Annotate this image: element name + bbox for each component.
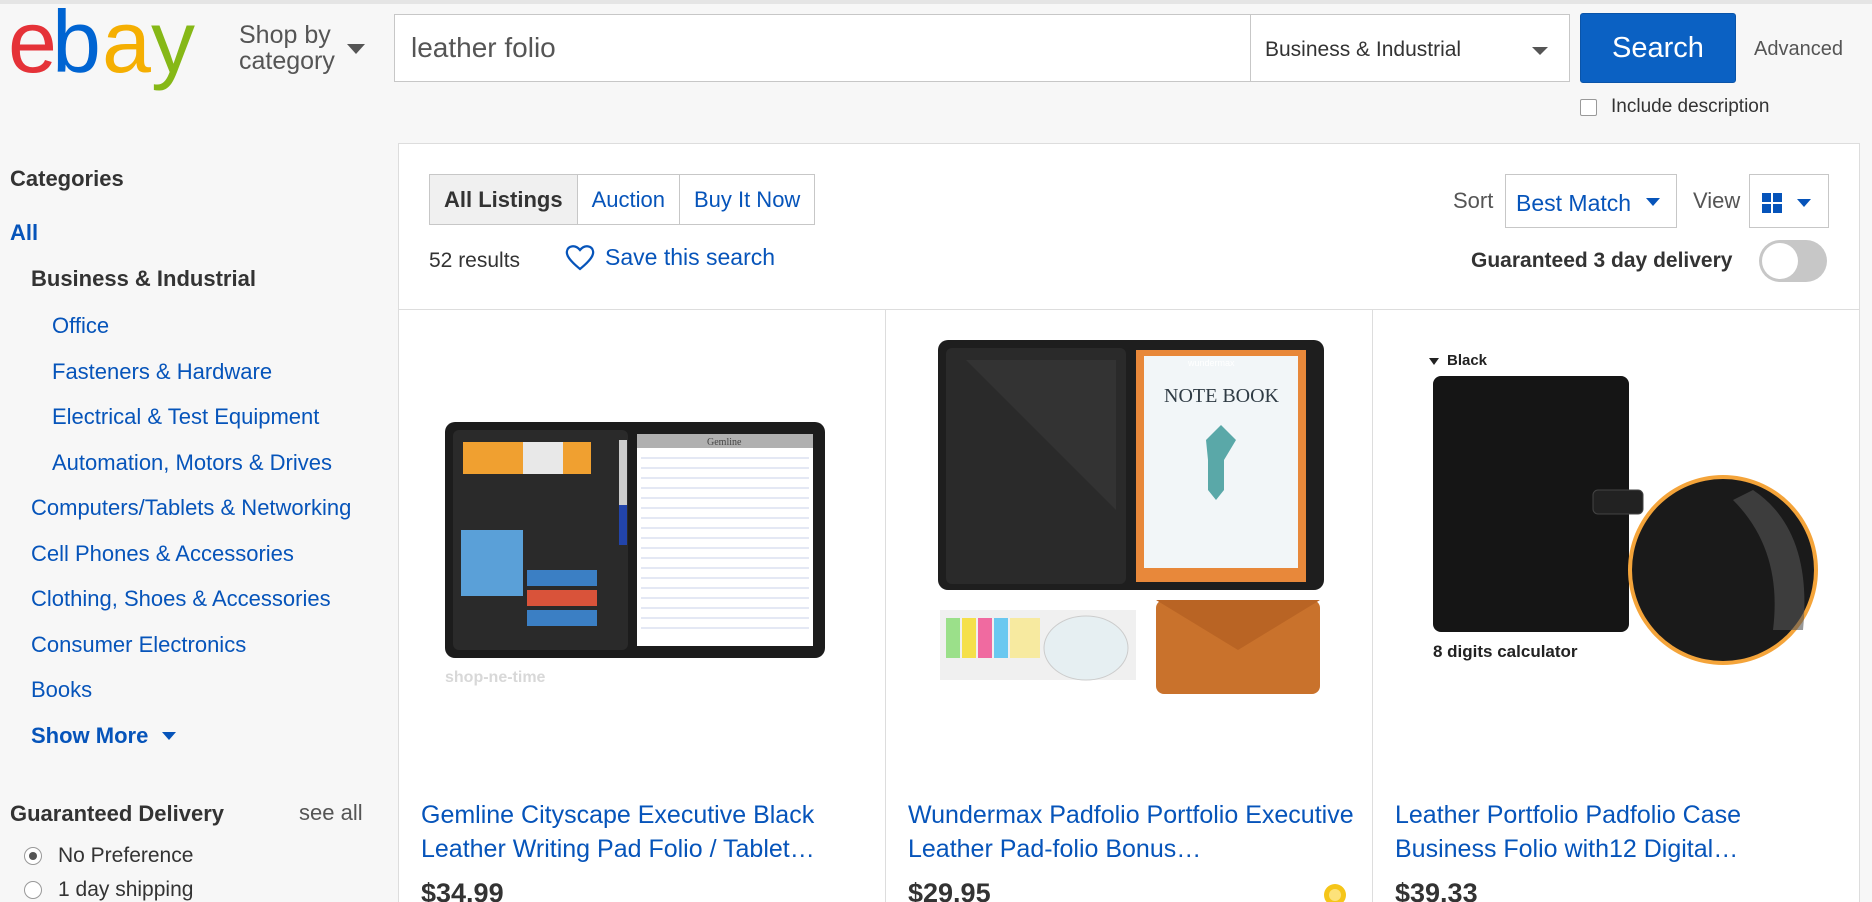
listing-card: Black 8 digits calculator Leather Portfo… [1373, 310, 1860, 902]
subcategory-fasteners[interactable]: Fasteners & Hardware [52, 359, 272, 385]
sort-dropdown[interactable]: Best Match [1505, 174, 1677, 228]
show-more-button[interactable]: Show More [31, 723, 177, 749]
tab-buy-it-now[interactable]: Buy It Now [680, 175, 814, 224]
show-more-label: Show More [31, 723, 149, 748]
category-cell-phones[interactable]: Cell Phones & Accessories [31, 541, 294, 567]
category-consumer-electronics[interactable]: Consumer Electronics [31, 632, 246, 658]
delivery-option-label: 1 day shipping [58, 878, 194, 901]
listing-title-link[interactable]: Gemline Cityscape Executive Black Leathe… [421, 798, 871, 866]
listing-image[interactable]: Black 8 digits calculator [1393, 330, 1840, 700]
ebay-logo[interactable]: e b a y [8, 2, 216, 94]
guaranteed-delivery-toggle[interactable] [1759, 240, 1827, 282]
chevron-down-icon [162, 732, 177, 740]
tab-all-listings[interactable]: All Listings [430, 175, 578, 224]
image-brand-text: wundermax [1187, 358, 1235, 368]
view-dropdown[interactable] [1749, 174, 1829, 228]
category-dropdown[interactable]: Business & Industrial [1250, 15, 1570, 81]
delivery-option-label: No Preference [58, 844, 194, 867]
subcategory-automation[interactable]: Automation, Motors & Drives [52, 450, 332, 476]
save-search-button[interactable]: Save this search [565, 244, 775, 271]
radio-icon[interactable] [24, 881, 42, 899]
shop-by-category-button[interactable]: Shop by category [239, 22, 369, 74]
include-description-option[interactable]: Include description [1580, 96, 1769, 118]
results-count: 52 results [429, 249, 521, 272]
top-border [0, 0, 1872, 4]
heart-icon [565, 245, 595, 271]
listing-price: $29.95 [908, 878, 991, 902]
image-color-label: Black [1447, 352, 1488, 369]
listing-image[interactable]: Gemline shop-ne-time [419, 330, 866, 700]
current-category: Business & Industrial [31, 266, 256, 291]
category-all-link[interactable]: All [10, 220, 38, 246]
chevron-down-icon [1646, 198, 1660, 206]
grid-icon [1762, 193, 1782, 213]
save-search-label: Save this search [605, 244, 776, 270]
guaranteed-delivery-heading: Guaranteed Delivery [10, 801, 224, 826]
top-rated-badge-icon [1324, 884, 1346, 902]
logo-letter-e: e [8, 2, 54, 91]
logo-letter-a: a [102, 2, 151, 91]
view-label: View [1693, 188, 1741, 213]
image-caption-text: 8 digits calculator [1433, 642, 1578, 661]
delivery-option-1-day[interactable]: 1 day shipping [24, 878, 193, 902]
listing-card: Gemline shop-ne-time Gemline Cityscape E… [399, 310, 886, 902]
search-input[interactable] [395, 15, 1250, 81]
results-panel: All Listings Auction Buy It Now 52 resul… [398, 143, 1860, 902]
subcategory-electrical[interactable]: Electrical & Test Equipment [52, 404, 319, 430]
category-books[interactable]: Books [31, 677, 92, 703]
chevron-down-icon [347, 44, 365, 54]
subcategory-office[interactable]: Office [52, 313, 109, 339]
listing-card: wundermax NOTE BOOK Wundermax Padfolio P… [886, 310, 1373, 902]
radio-selected-icon[interactable] [24, 847, 42, 865]
watermark-text: shop-ne-time [445, 669, 546, 686]
category-clothing[interactable]: Clothing, Shoes & Accessories [31, 586, 331, 612]
logo-letter-y: y [151, 2, 195, 91]
listing-price: $34.99 [421, 878, 504, 902]
tab-auction[interactable]: Auction [578, 175, 680, 224]
sort-value: Best Match [1516, 190, 1632, 216]
include-description-label: Include description [1611, 96, 1770, 117]
category-computers[interactable]: Computers/Tablets & Networking [31, 495, 351, 521]
guaranteed-delivery-label: Guaranteed 3 day delivery [1471, 249, 1733, 272]
categories-heading: Categories [10, 166, 124, 191]
listing-price: $39.33 [1395, 878, 1478, 902]
include-description-checkbox[interactable] [1580, 98, 1597, 116]
chevron-down-icon [1797, 199, 1811, 207]
chevron-down-icon [1532, 47, 1548, 55]
logo-letter-b: b [52, 2, 101, 91]
sort-label: Sort [1453, 188, 1494, 213]
search-bar: Business & Industrial [394, 14, 1570, 82]
category-selected: Business & Industrial [1265, 38, 1462, 61]
image-notebook-text: NOTE BOOK [1164, 385, 1280, 407]
delivery-option-no-preference[interactable]: No Preference [24, 844, 193, 868]
see-all-link[interactable]: see all [299, 800, 363, 826]
image-header-text: Gemline [707, 437, 742, 448]
listing-type-tabs: All Listings Auction Buy It Now [429, 174, 816, 225]
listing-title-link[interactable]: Leather Portfolio Padfolio Case Business… [1395, 798, 1845, 866]
listing-image[interactable]: wundermax NOTE BOOK [906, 330, 1353, 700]
advanced-search-link[interactable]: Advanced [1754, 38, 1843, 61]
search-button[interactable]: Search [1580, 13, 1736, 83]
listing-title-link[interactable]: Wundermax Padfolio Portfolio Executive L… [908, 798, 1358, 866]
